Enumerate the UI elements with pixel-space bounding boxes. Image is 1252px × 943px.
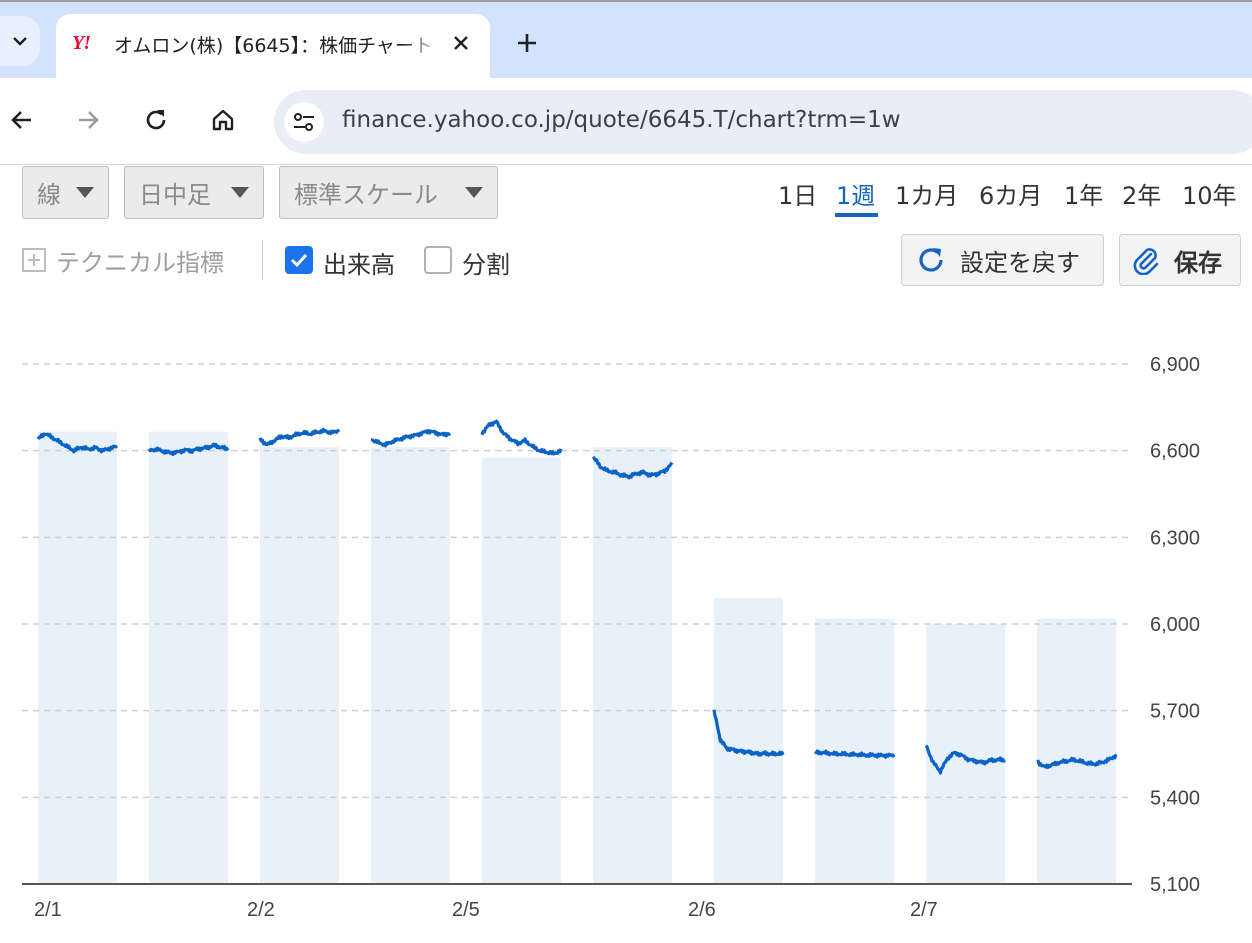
yahoo-favicon-icon: Y! <box>72 32 91 54</box>
caret-down-icon <box>76 187 94 198</box>
term-10y[interactable]: 10年 <box>1182 176 1237 211</box>
volume-bar <box>38 431 117 884</box>
scale-select[interactable]: 標準スケール <box>279 166 498 219</box>
divider <box>262 240 263 280</box>
reload-button[interactable] <box>134 98 178 142</box>
home-icon <box>212 109 234 131</box>
tab-strip: Y! オムロン(株)【6645】：株価チャート - Yahoo!ファイナンス <box>0 0 1252 80</box>
volume-checkbox[interactable] <box>285 246 313 274</box>
tab-close-button[interactable] <box>446 28 476 58</box>
tab-title: オムロン(株)【6645】：株価チャート - Yahoo!ファイナンス <box>114 35 432 57</box>
save-button[interactable]: 保存 <box>1119 234 1241 286</box>
technical-indicator-button[interactable]: テクニカル指標 <box>22 243 224 277</box>
new-tab-button[interactable] <box>510 26 544 60</box>
reset-settings-label: 設定を戻す <box>960 248 1080 277</box>
reload-icon <box>146 110 166 130</box>
volume-bar <box>149 431 228 884</box>
caret-down-icon <box>231 187 249 198</box>
y-axis-tick-label: 5,100 <box>1150 874 1200 896</box>
x-axis-tick-label: 2/6 <box>688 899 716 921</box>
volume-label: 出来高 <box>323 251 395 279</box>
plus-square-icon <box>22 248 46 272</box>
x-axis-tick-label: 2/7 <box>910 899 938 921</box>
y-axis-tick-label: 5,700 <box>1150 701 1200 723</box>
price-chart[interactable]: 6,900 6,600 6,300 6,000 5,700 5,400 5,100 2/1 2/… <box>0 300 1252 943</box>
refresh-icon <box>919 248 943 272</box>
split-label: 分割 <box>462 251 510 279</box>
x-axis-tick-label: 2/5 <box>452 899 480 921</box>
volume-bar <box>482 457 561 884</box>
term-1y[interactable]: 1年 <box>1064 176 1103 211</box>
arrow-left-icon <box>11 111 31 129</box>
interval-select[interactable]: 日中足 <box>124 166 264 219</box>
paperclip-icon <box>1133 248 1159 275</box>
price-line-segment <box>258 427 341 447</box>
close-icon <box>454 36 468 50</box>
address-bar[interactable]: finance.yahoo.co.jp/quote/6645.T/chart?t… <box>274 90 1252 154</box>
tab-search-button[interactable] <box>0 16 40 66</box>
forward-button[interactable] <box>66 98 110 142</box>
y-axis-tick-label: 6,300 <box>1150 527 1200 549</box>
term-2y[interactable]: 2年 <box>1122 176 1161 211</box>
home-button[interactable] <box>201 98 245 142</box>
back-button[interactable] <box>0 98 44 142</box>
x-axis-tick-label: 2/2 <box>247 899 275 921</box>
volume-bar <box>593 447 672 884</box>
checkmark-icon <box>290 253 308 268</box>
scale-value: 標準スケール <box>294 181 438 209</box>
volume-bar <box>714 598 783 884</box>
arrow-right-icon <box>79 111 99 129</box>
volume-bar <box>260 447 339 884</box>
volume-bar <box>926 624 1005 884</box>
y-axis-tick-label: 5,400 <box>1150 787 1200 809</box>
volume-bar <box>371 447 450 884</box>
volume-bar <box>1037 618 1116 884</box>
active-term-indicator <box>835 213 878 217</box>
x-axis-tick-label: 2/1 <box>34 899 62 921</box>
price-line-segment <box>370 429 452 448</box>
term-1w[interactable]: 1週 <box>836 176 875 211</box>
plus-icon <box>518 34 536 52</box>
split-checkbox[interactable] <box>424 246 452 274</box>
interval-value: 日中足 <box>139 181 211 209</box>
caret-down-icon <box>465 187 483 198</box>
reset-settings-button[interactable]: 設定を戻す <box>901 234 1104 286</box>
term-6m[interactable]: 6カ月 <box>979 176 1042 211</box>
tab-title-fade <box>402 24 442 64</box>
chart-type-select[interactable]: 線 <box>22 166 109 219</box>
save-label: 保存 <box>1174 248 1222 277</box>
term-1m[interactable]: 1カ月 <box>895 176 958 211</box>
site-info-button[interactable] <box>284 102 324 142</box>
y-axis-tick-label: 6,900 <box>1150 354 1200 376</box>
term-1d[interactable]: 1日 <box>778 176 817 211</box>
browser-toolbar: finance.yahoo.co.jp/quote/6645.T/chart?t… <box>0 78 1252 165</box>
y-axis-tick-label: 6,600 <box>1150 441 1200 463</box>
price-line-segment <box>480 419 563 456</box>
y-axis-tick-label: 6,000 <box>1150 614 1200 636</box>
chevron-down-icon <box>13 37 27 46</box>
technical-indicator-label: テクニカル指標 <box>56 248 224 277</box>
browser-tab-active[interactable]: Y! オムロン(株)【6645】：株価チャート - Yahoo!ファイナンス <box>56 14 490 80</box>
chart-type-value: 線 <box>37 181 61 209</box>
url-text[interactable]: finance.yahoo.co.jp/quote/6645.T/chart?t… <box>342 107 901 133</box>
tune-icon <box>294 113 314 131</box>
